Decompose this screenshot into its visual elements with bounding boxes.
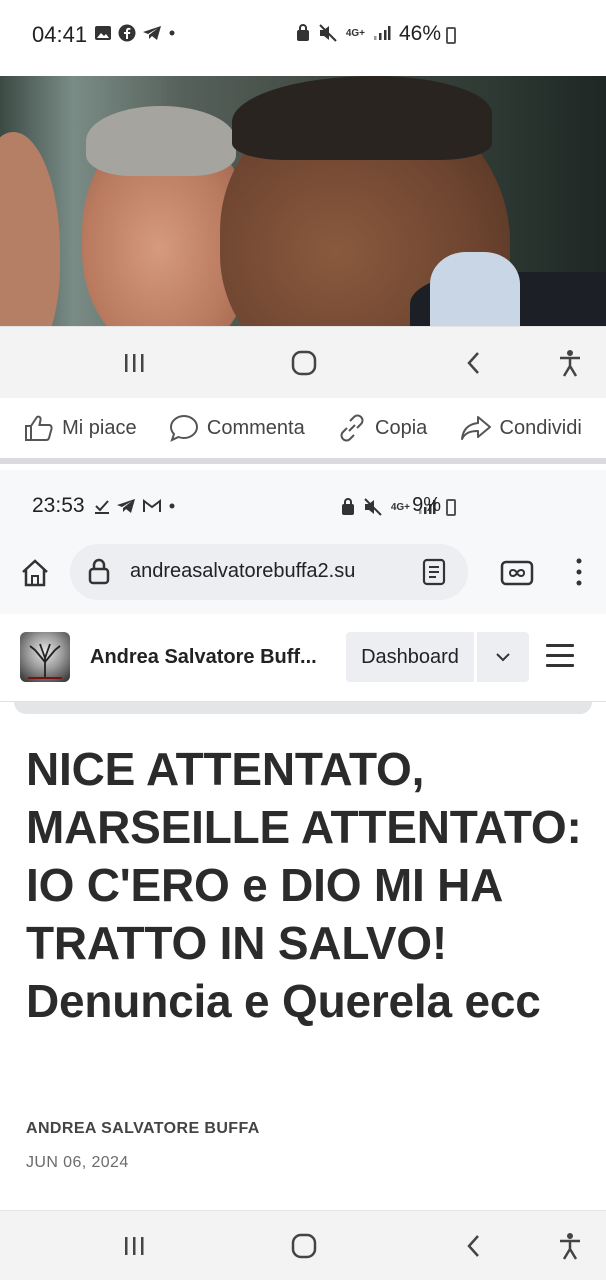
- inner-status-bar: 23:53 4G+ 9%: [0, 470, 606, 536]
- photo-top-divider: [0, 62, 606, 76]
- post-action-bar: Mi piace Commenta Copia Condividi: [0, 398, 606, 464]
- like-label: Mi piace: [62, 416, 137, 439]
- outer-battery-percent: 46%: [398, 22, 441, 45]
- photo-figure-right-hair: [232, 76, 492, 160]
- facebook-icon: [118, 24, 136, 42]
- recents-icon: [125, 1237, 144, 1255]
- outer-back-button[interactable]: [444, 327, 504, 399]
- outer-home-button[interactable]: [274, 327, 334, 399]
- comment-label: Commenta: [206, 416, 305, 439]
- outer-system-nav-bar: [0, 326, 606, 398]
- photo-figure-middle-hair: [86, 106, 236, 176]
- site-header: Andrea Salvatore Buff... Dashboard: [0, 614, 606, 702]
- more-vertical-icon[interactable]: [574, 556, 584, 588]
- banner-bottom-edge: [14, 702, 592, 714]
- outer-accessibility-button[interactable]: [540, 327, 600, 399]
- lock-icon: [88, 558, 110, 585]
- telegram-icon: [117, 499, 135, 513]
- copy-button[interactable]: Copia: [337, 414, 427, 442]
- url-bar[interactable]: andreasalvatorebuffa2.su: [70, 544, 468, 600]
- share-button[interactable]: Condividi: [460, 414, 582, 442]
- mute-icon: [319, 24, 337, 42]
- inner-battery-percent: 9%: [412, 494, 441, 516]
- outer-status-bar: 04:41 4G+ 46%: [0, 0, 606, 62]
- lock-badge-icon: [296, 24, 309, 41]
- thumbs-up-icon: [25, 415, 53, 441]
- lock-badge-icon: [341, 498, 354, 515]
- inner-back-button[interactable]: [444, 1211, 504, 1280]
- home-circle-icon: [291, 1233, 317, 1259]
- like-button[interactable]: Mi piace: [24, 414, 137, 442]
- site-logo[interactable]: [20, 632, 70, 682]
- dashboard-button[interactable]: Dashboard: [346, 632, 474, 682]
- back-chevron-icon: [467, 352, 479, 374]
- back-chevron-icon: [467, 1235, 479, 1257]
- menu-icon[interactable]: [546, 644, 574, 668]
- network-type-label: 4G+: [345, 27, 365, 39]
- more-notifications-dot-icon: [169, 30, 175, 36]
- inner-notification-icons: [94, 498, 176, 514]
- outer-status-time: 04:41: [32, 22, 88, 47]
- outer-system-icons: 4G+: [296, 24, 391, 42]
- network-type-label: 4G+: [390, 501, 410, 513]
- inner-accessibility-button[interactable]: [540, 1211, 600, 1280]
- accessibility-icon: [560, 1233, 580, 1260]
- inner-status-time: 23:53: [32, 494, 85, 517]
- inner-system-nav-bar: [0, 1210, 606, 1280]
- gallery-icon: [95, 26, 111, 40]
- more-notifications-dot-icon: [169, 503, 175, 509]
- dashboard-label: Dashboard: [361, 645, 459, 668]
- link-icon: [340, 414, 364, 442]
- battery-icon: [446, 27, 456, 44]
- post-photo[interactable]: [0, 62, 606, 326]
- article: NICE ATTENTATO, MARSEILLE ATTENTATO: IO …: [0, 702, 606, 1210]
- embedded-screenshot: 23:53 4G+ 9% andreasalvatorebuffa2.su An…: [0, 470, 606, 1280]
- dashboard-dropdown-button[interactable]: [477, 632, 529, 682]
- download-check-icon: [95, 500, 109, 514]
- home-icon[interactable]: [20, 558, 50, 588]
- tree-logo-icon: [28, 643, 62, 679]
- outer-recents-button[interactable]: [104, 327, 164, 399]
- site-title[interactable]: Andrea Salvatore Buff...: [90, 646, 330, 669]
- article-title: NICE ATTENTATO, MARSEILLE ATTENTATO: IO …: [26, 743, 582, 1027]
- chevron-down-icon: [496, 653, 510, 662]
- home-circle-icon: [291, 350, 317, 376]
- comment-bubble-icon: [169, 414, 198, 442]
- tabs-switcher-icon[interactable]: [500, 560, 534, 586]
- signal-icon: [374, 26, 391, 40]
- url-text: andreasalvatorebuffa2.su: [130, 560, 356, 582]
- battery-low-icon: [446, 499, 456, 516]
- accessibility-icon: [560, 350, 580, 377]
- mute-icon: [364, 498, 382, 516]
- gmail-icon: [143, 499, 161, 512]
- recents-icon: [125, 354, 144, 372]
- browser-toolbar: andreasalvatorebuffa2.su: [0, 536, 606, 614]
- photo-figure-left-edge: [0, 132, 60, 326]
- outer-notification-icons: [94, 24, 176, 42]
- share-arrow-icon: [460, 416, 491, 440]
- article-author[interactable]: ANDREA SALVATORE BUFFA: [26, 1120, 260, 1138]
- article-date: JUN 06, 2024: [26, 1154, 129, 1171]
- photo-figure-right-collar: [430, 252, 520, 326]
- share-label: Condividi: [499, 416, 582, 439]
- inner-recents-button[interactable]: [104, 1211, 164, 1280]
- copy-label: Copia: [375, 416, 428, 439]
- telegram-icon: [143, 26, 161, 40]
- inner-home-button[interactable]: [274, 1211, 334, 1280]
- reader-mode-icon[interactable]: [422, 558, 446, 586]
- comment-button[interactable]: Commenta: [169, 414, 305, 442]
